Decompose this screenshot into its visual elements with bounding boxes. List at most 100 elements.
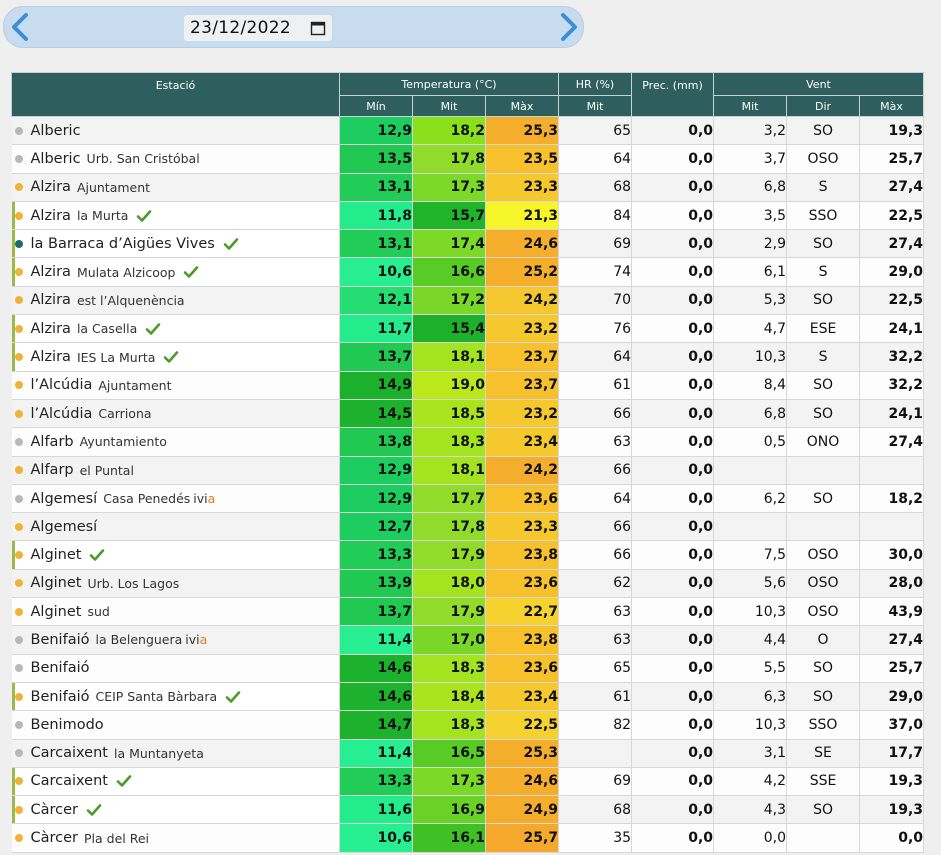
humidity-cell: 82 [558, 710, 633, 740]
station-name[interactable]: Alzira [31, 264, 71, 280]
temp-max-cell: 23,7 [485, 371, 560, 400]
wind-mit-cell: 4,7 [713, 314, 788, 344]
station-cell[interactable]: Alfarp el Puntal [11, 456, 340, 485]
station-name[interactable]: Càrcer [31, 802, 79, 818]
station-cell[interactable]: Benifaió CEIP Santa Bàrbara [11, 682, 340, 712]
station-cell[interactable]: Alginet Urb. Los Lagos [11, 569, 340, 599]
station-cell[interactable]: Alzira Ajuntament [11, 173, 340, 202]
temp-mit-cell: 18,5 [412, 399, 486, 429]
station-status-dot [14, 522, 23, 531]
station-name[interactable]: Benifaió [31, 689, 90, 705]
wind-max-cell: 22,5 [859, 286, 925, 316]
station-cell[interactable]: Algemesí [11, 512, 340, 542]
temp-mit-cell: 18,1 [412, 456, 486, 485]
ivia-text: ivia [185, 632, 208, 648]
station-name[interactable]: Carcaixent [31, 745, 108, 761]
station-name[interactable]: Alzira [31, 321, 71, 337]
station-cell[interactable]: Alzira Mulata Alzicoop [11, 257, 340, 287]
humidity-cell: 63 [558, 597, 633, 627]
station-name[interactable]: l’Alcúdia [31, 406, 93, 422]
humidity-cell: 70 [558, 286, 633, 316]
station-cell[interactable]: Alzira la Murta [11, 201, 340, 231]
temp-mit-cell: 18,1 [412, 342, 486, 372]
chevron-left-icon[interactable] [6, 11, 36, 43]
wind-max-cell: 30,0 [859, 540, 925, 570]
station-cell[interactable]: Benifaió la Belenguera ivia [11, 625, 340, 655]
station-name[interactable]: l’Alcúdia [31, 377, 93, 393]
wind-max-cell: 0,0 [859, 823, 925, 853]
station-cell[interactable]: l’Alcúdia Ajuntament [11, 371, 340, 400]
station-name[interactable]: Benifaió [31, 660, 90, 676]
station-cell[interactable]: Càrcer Pla del Rei [11, 823, 340, 853]
station-cell[interactable]: Carcaixent la Muntanyeta [11, 739, 340, 768]
precip-cell: 0,0 [631, 710, 715, 740]
precip-cell: 0,0 [631, 795, 715, 825]
station-cell[interactable]: Benifaió [11, 654, 340, 683]
station-name[interactable]: Alzira [31, 179, 71, 195]
precip-cell: 0,0 [631, 201, 715, 231]
temp-mit-cell: 17,7 [412, 484, 486, 514]
station-name[interactable]: Alginet [31, 547, 82, 563]
temp-min-cell: 11,4 [339, 625, 413, 655]
humidity-cell: 35 [558, 823, 633, 853]
station-status-dot [14, 692, 23, 701]
wind-max-header: Màx [859, 95, 925, 117]
station-name[interactable]: Alzira [31, 292, 71, 308]
station-cell[interactable]: Alberic Urb. San Cristóbal [11, 144, 340, 174]
wind-mit-cell: 10,3 [713, 597, 788, 627]
station-name[interactable]: Alfarp [31, 462, 74, 478]
date-input[interactable]: 23/12/2022 [184, 15, 332, 41]
station-name[interactable]: Carcaixent [31, 773, 108, 789]
station-name[interactable]: Càrcer [31, 830, 79, 846]
station-name[interactable]: Benifaió [31, 632, 90, 648]
station-cell[interactable]: Alginet sud [11, 597, 340, 627]
temp-max-cell: 23,8 [485, 540, 560, 570]
temp-max-cell: 25,2 [485, 257, 560, 287]
table-row: Alfarp el Puntal 12,9 18,1 24,2 66 0,0 [11, 456, 925, 485]
station-name[interactable]: Alginet [31, 604, 82, 620]
station-name[interactable]: la Barraca d’Aigües Vives [31, 236, 215, 252]
station-cell[interactable]: la Barraca d’Aigües Vives [11, 229, 340, 259]
temp-mit-cell: 16,5 [412, 739, 486, 768]
station-cell[interactable]: Carcaixent [11, 767, 340, 797]
calendar-icon[interactable] [310, 20, 326, 36]
station-sublabel: la Belenguera [95, 632, 183, 648]
temp-max-header: Màx [484, 95, 560, 117]
station-cell[interactable]: Càrcer [11, 795, 340, 825]
station-name[interactable]: Benimodo [31, 717, 104, 733]
temp-min-cell: 14,9 [339, 371, 413, 400]
temp-max-cell: 25,3 [485, 116, 560, 146]
temp-min-cell: 13,9 [339, 569, 413, 599]
station-cell[interactable]: Alfarb Ayuntamiento [11, 427, 340, 457]
humidity-cell: 64 [558, 342, 633, 372]
station-cell[interactable]: Benimodo [11, 710, 340, 740]
temp-mit-cell: 17,2 [412, 286, 486, 316]
humidity-cell: 65 [558, 116, 633, 146]
station-cell[interactable]: Alberic [11, 116, 340, 146]
station-cell[interactable]: Algemesí Casa Penedés ivia [11, 484, 340, 514]
station-cell[interactable]: Alginet [11, 540, 340, 570]
ivia-text: ivia [193, 491, 216, 506]
station-name[interactable]: Alzira [31, 208, 71, 224]
temp-min-cell: 13,1 [339, 229, 413, 259]
temp-mit-cell: 17,3 [412, 767, 486, 797]
chevron-right-icon[interactable] [553, 11, 583, 43]
station-header[interactable]: Estació [11, 72, 340, 117]
station-name[interactable]: Alberic [31, 151, 81, 167]
station-name[interactable]: Alberic [31, 123, 81, 139]
station-name[interactable]: Alzira [31, 349, 71, 365]
precip-cell: 0,0 [631, 739, 715, 768]
station-cell[interactable]: Alzira IES La Murta [11, 342, 340, 372]
station-name[interactable]: Alfarb [31, 434, 74, 450]
station-cell[interactable]: Alzira la Casella [11, 314, 340, 344]
station-cell[interactable]: l’Alcúdia Carriona [11, 399, 340, 429]
station-name[interactable]: Algemesí [31, 519, 98, 535]
precip-cell: 0,0 [631, 597, 715, 627]
station-cell[interactable]: Alzira est l’Alquenència [11, 286, 340, 316]
precip-cell: 0,0 [631, 144, 715, 174]
wind-max-cell: 32,2 [859, 342, 925, 372]
station-name[interactable]: Alginet [31, 575, 82, 591]
temp-min-cell: 12,9 [339, 116, 413, 146]
temp-mit-cell: 17,0 [412, 625, 486, 655]
station-name[interactable]: Algemesí [31, 491, 98, 507]
